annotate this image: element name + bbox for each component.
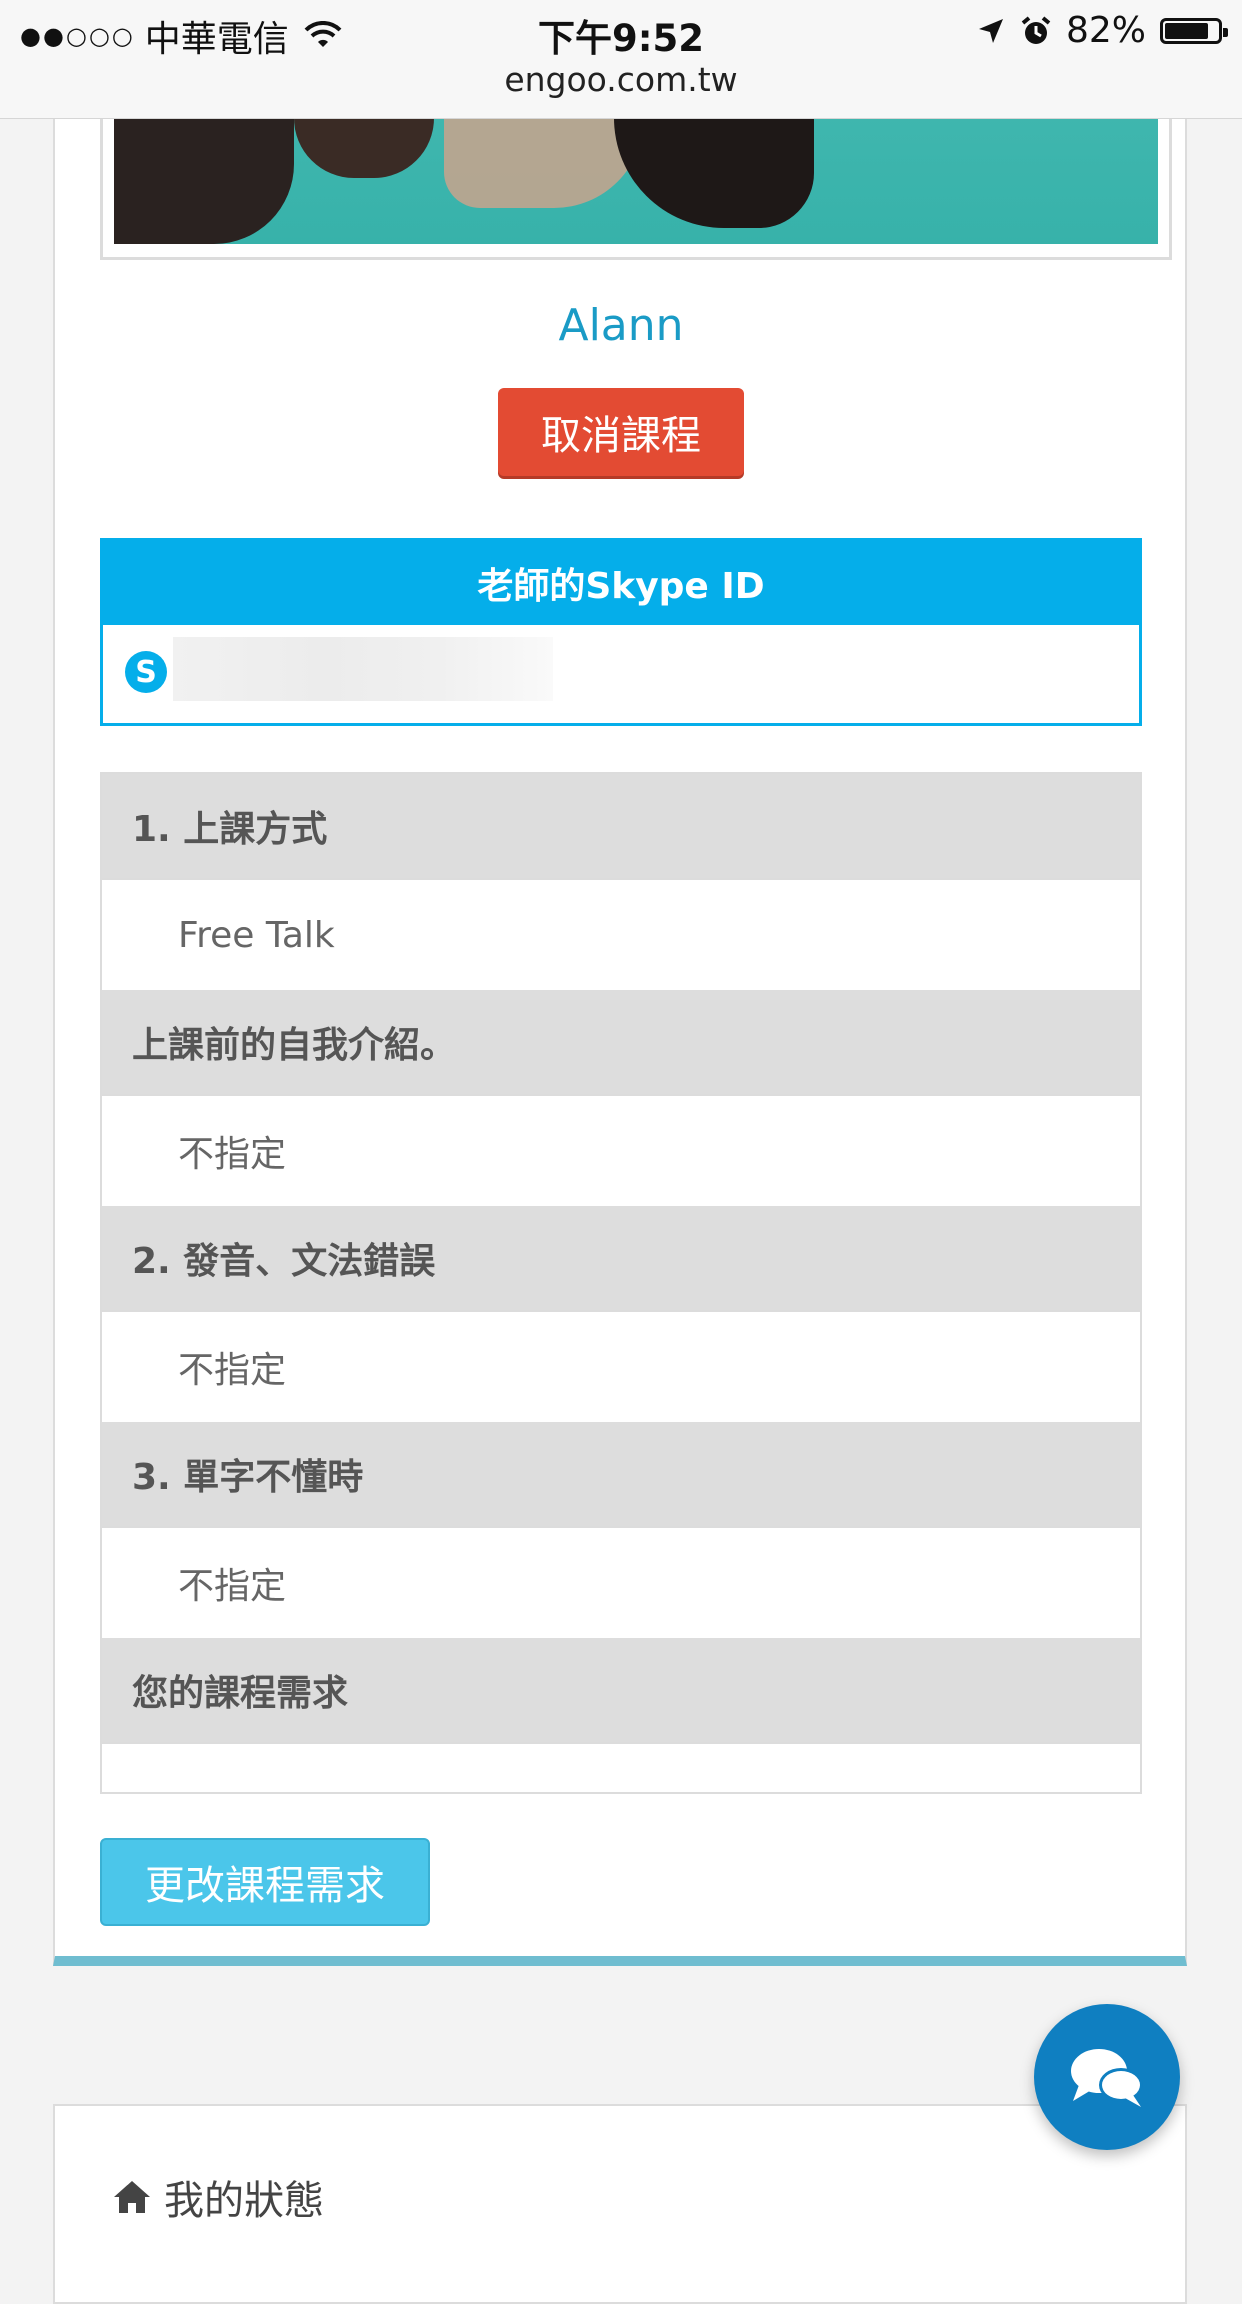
preference-answer xyxy=(102,1744,1140,1792)
teacher-name[interactable]: Alann xyxy=(0,300,1242,351)
preference-question: 您的課程需求 xyxy=(102,1638,1140,1744)
preference-answer: 不指定 xyxy=(102,1312,1140,1422)
home-icon xyxy=(114,2181,150,2213)
cancel-lesson-button[interactable]: 取消課程 xyxy=(498,388,744,476)
preference-answer: 不指定 xyxy=(102,1528,1140,1638)
chat-support-button[interactable] xyxy=(1034,2004,1180,2150)
my-status-heading: 我的狀態 xyxy=(112,2168,324,2226)
address-bar-url[interactable]: engoo.com.tw xyxy=(0,60,1242,99)
change-lesson-request-button[interactable]: 更改課程需求 xyxy=(100,1838,430,1926)
teacher-photo xyxy=(114,118,1158,244)
chat-bubbles-icon xyxy=(1071,2049,1143,2107)
skype-icon: S xyxy=(125,651,167,693)
alarm-icon xyxy=(1021,15,1051,44)
battery-percent: 82% xyxy=(1065,10,1146,51)
preference-question: 1. 上課方式 xyxy=(102,774,1140,880)
preference-answer: Free Talk xyxy=(102,880,1140,990)
preference-question: 上課前的自我介紹。 xyxy=(102,990,1140,1096)
preference-answer: 不指定 xyxy=(102,1096,1140,1206)
skype-id-value-redacted[interactable] xyxy=(173,637,553,701)
preference-question: 2. 發音、文法錯誤 xyxy=(102,1206,1140,1312)
skype-id-header: 老師的Skype ID xyxy=(103,541,1139,625)
my-status-title: 我的狀態 xyxy=(164,2178,324,2224)
location-arrow-icon xyxy=(978,18,1003,43)
battery-level-fill xyxy=(1165,22,1208,39)
skype-id-body: S xyxy=(103,625,1139,723)
lesson-preferences-list: 1. 上課方式 Free Talk 上課前的自我介紹。 不指定 2. 發音、文法… xyxy=(100,772,1142,1794)
battery-icon xyxy=(1160,17,1228,44)
skype-id-panel: 老師的Skype ID S xyxy=(100,538,1142,726)
browser-top-bar: ●●○○○ 中華電信 下午9:52 82% engoo.com.tw xyxy=(0,0,1242,119)
preference-question: 3. 單字不懂時 xyxy=(102,1422,1140,1528)
status-right: 82% xyxy=(976,10,1228,51)
